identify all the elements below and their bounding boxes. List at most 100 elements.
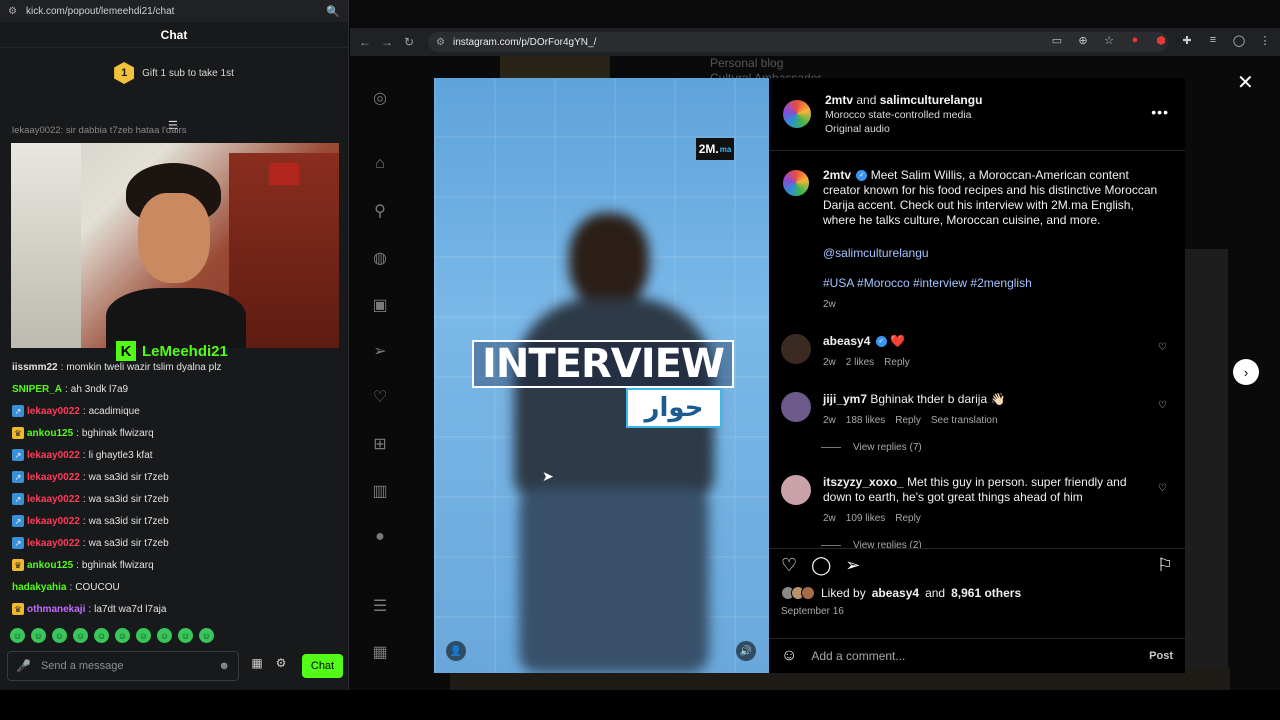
liked-by[interactable]: Liked by abeasy4 and 8,961 others [781, 586, 1173, 600]
address-text[interactable]: instagram.com/p/DOrFor4gYN_/ [453, 37, 596, 48]
emote-icon[interactable]: ☺ [52, 628, 67, 643]
chat-username[interactable]: lekaay0022 [27, 516, 80, 527]
kick-url-text[interactable]: kick.com/popout/lemeehdi21/chat [26, 6, 326, 17]
view-replies-text[interactable]: View replies (7) [853, 442, 922, 453]
caption-mention[interactable]: @salimculturelangu [823, 246, 1165, 261]
commenter-avatar[interactable] [781, 475, 811, 505]
also-from-meta-icon[interactable]: ▦ [370, 642, 390, 662]
notifications-icon[interactable]: ♡ [370, 387, 390, 407]
emote-icon[interactable]: ☺ [10, 628, 25, 643]
home-icon[interactable]: ⌂ [370, 155, 390, 175]
chat-username[interactable]: iissmm22 [12, 362, 58, 373]
comments-scroll-area[interactable]: 2mtv ✓ Meet Salim Willis, a Moroccan-Ame… [769, 152, 1185, 548]
commenter-name[interactable]: itszyzy_xoxo_ [823, 475, 904, 489]
caption-hashtags[interactable]: #USA #Morocco #interview #2menglish [823, 276, 1165, 291]
caption-username[interactable]: 2mtv [823, 168, 851, 182]
gift-leaderboard[interactable]: 1 Gift 1 sub to take 1st [0, 52, 348, 94]
search-icon[interactable]: ⚲ [370, 201, 390, 221]
dashboard-icon[interactable]: ▥ [370, 481, 390, 501]
profile-icon[interactable]: ◯ [1232, 34, 1246, 47]
comment-input[interactable]: Add a comment... [811, 649, 1135, 663]
extension-red-icon[interactable]: ● [1128, 34, 1142, 47]
mic-icon[interactable]: 🎤 [16, 659, 31, 673]
audio-label[interactable]: Original audio [825, 123, 982, 135]
see-translation-button[interactable]: See translation [931, 413, 998, 428]
liked-by-user[interactable]: abeasy4 [872, 586, 919, 600]
volume-icon[interactable]: 🔊 [736, 641, 756, 661]
liked-by-others[interactable]: 8,961 others [951, 586, 1021, 600]
save-bookmark-icon[interactable]: ⚐ [1157, 555, 1173, 576]
comment-like-icon[interactable]: ♡ [1158, 342, 1167, 353]
author-1[interactable]: 2mtv [825, 93, 853, 107]
chat-send-button[interactable]: Chat [302, 654, 343, 678]
share-icon[interactable]: ➢ [845, 555, 860, 576]
store-icon[interactable]: ▦ [250, 656, 264, 670]
adblock-icon[interactable]: ⬢ [1154, 34, 1168, 47]
comment-like-icon[interactable]: ♡ [1158, 483, 1167, 494]
emote-icon[interactable]: ☺ [73, 628, 88, 643]
chat-username[interactable]: lekaay0022 [27, 406, 80, 417]
emoji-icon[interactable]: ☺ [781, 647, 797, 665]
chat-username[interactable]: lekaay0022 [27, 538, 80, 549]
comment-like-icon[interactable]: ♡ [1158, 400, 1167, 411]
gear-icon[interactable]: ⚙ [274, 656, 288, 670]
view-replies-button[interactable]: View replies (7) [821, 442, 1173, 453]
emote-icon[interactable]: ☺ [31, 628, 46, 643]
commenter-name[interactable]: jiji_ym7 [823, 392, 867, 406]
back-icon[interactable]: ← [354, 35, 376, 49]
media-icon[interactable]: ≡ [1206, 34, 1220, 47]
explore-icon[interactable]: ◍ [370, 248, 390, 268]
comment-likes[interactable]: 2 likes [846, 355, 874, 370]
author-2[interactable]: salimculturelangu [880, 93, 983, 107]
emote-icon[interactable]: ☺ [157, 628, 172, 643]
chat-username[interactable]: lekaay0022 [27, 494, 80, 505]
author-avatar[interactable] [781, 98, 813, 130]
reel-video[interactable]: 2M. ma INTERVIEW حوار ➤ 👤 🔊 [434, 78, 769, 673]
profile-avatar-icon[interactable]: ● [370, 528, 390, 548]
reload-icon[interactable]: ↻ [398, 35, 420, 49]
comment-likes[interactable]: 188 likes [846, 413, 885, 428]
more-menu-icon[interactable]: ☰ [370, 596, 390, 616]
more-options-icon[interactable]: ••• [1151, 104, 1169, 120]
emote-icon[interactable]: ☺ [178, 628, 193, 643]
view-replies-button[interactable]: View replies (2) [821, 540, 1173, 548]
cast-icon[interactable]: ▭ [1050, 34, 1064, 47]
kick-url-bar[interactable]: ⚙ kick.com/popout/lemeehdi21/chat 🔍 [0, 0, 348, 22]
emoji-icon[interactable]: ☻ [218, 660, 230, 672]
site-info-icon[interactable]: ⚙ [436, 37, 445, 48]
commenter-avatar[interactable] [781, 334, 811, 364]
extensions-icon[interactable]: ✚ [1180, 34, 1194, 47]
chat-username[interactable]: ankou125 [27, 560, 73, 571]
post-comment-button[interactable]: Post [1149, 650, 1173, 662]
instagram-logo-icon[interactable]: ◎ [370, 88, 390, 108]
create-icon[interactable]: ⊞ [370, 434, 390, 454]
comment-icon[interactable]: ◯ [811, 555, 831, 576]
close-modal-icon[interactable]: ✕ [1237, 70, 1254, 95]
chat-input[interactable]: 🎤 Send a message ☻ [7, 651, 239, 681]
zoom-icon[interactable]: 🔍 [326, 5, 340, 18]
emote-icon[interactable]: ☺ [115, 628, 130, 643]
like-icon[interactable]: ♡ [781, 555, 797, 576]
menu-icon[interactable]: ⋮ [1258, 34, 1272, 47]
emote-icon[interactable]: ☺ [94, 628, 109, 643]
messages-icon[interactable]: ➢ [370, 341, 390, 361]
bookmark-star-icon[interactable]: ☆ [1102, 34, 1116, 47]
chat-username[interactable]: lekaay0022 [27, 472, 80, 483]
chat-username[interactable]: othmanekaji [27, 604, 85, 615]
view-replies-text[interactable]: View replies (2) [853, 540, 922, 548]
zoom-icon[interactable]: ⊕ [1076, 34, 1090, 47]
tagged-user-icon[interactable]: 👤 [446, 641, 466, 661]
reels-icon[interactable]: ▣ [370, 295, 390, 315]
chat-username[interactable]: ankou125 [27, 428, 73, 439]
comment-likes[interactable]: 109 likes [846, 511, 885, 526]
comment-composer[interactable]: ☺ Add a comment... Post [769, 638, 1185, 673]
chat-username[interactable]: SNIPER_A [12, 384, 62, 395]
forward-icon[interactable]: → [376, 35, 398, 49]
chat-username[interactable]: lekaay0022 [27, 450, 80, 461]
commenter-name[interactable]: abeasy4 [823, 334, 870, 348]
reply-button[interactable]: Reply [895, 511, 921, 526]
next-post-button[interactable]: › [1233, 359, 1259, 385]
chat-username[interactable]: hadakyahia [12, 582, 66, 593]
site-settings-icon[interactable]: ⚙ [8, 6, 20, 17]
reply-button[interactable]: Reply [884, 355, 910, 370]
